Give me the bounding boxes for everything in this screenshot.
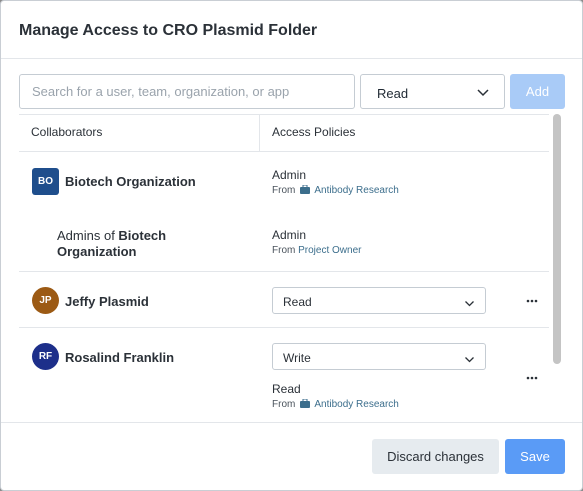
avatar: JP <box>32 287 59 314</box>
policy-source: From Antibody Research <box>272 398 399 411</box>
row-divider <box>19 327 549 328</box>
policy-source: From Project Owner <box>272 245 361 256</box>
collaborator-search-input[interactable] <box>19 74 355 109</box>
collaborator-name: Rosalind Franklin <box>65 350 175 365</box>
chevron-down-icon <box>464 296 475 314</box>
column-divider <box>259 115 260 151</box>
permission-select[interactable]: Read <box>360 74 505 109</box>
header-divider <box>19 151 549 152</box>
collaborator-name: Biotech Organization <box>65 174 196 189</box>
avatar: RF <box>32 343 59 370</box>
policy-label: Admin <box>272 228 307 242</box>
policy-label: Read <box>272 382 301 396</box>
from-prefix: From <box>272 185 296 196</box>
name-prefix: Admins of <box>57 228 119 243</box>
permission-select-value: Read <box>377 86 409 101</box>
dialog-title: Manage Access to CRO Plasmid Folder <box>19 22 318 39</box>
collaborator-name: Jeffy Plasmid <box>65 294 149 309</box>
briefcase-icon <box>300 184 311 197</box>
discard-changes-button[interactable]: Discard changes <box>372 439 499 474</box>
name-bold-part: Biotech <box>118 228 167 243</box>
policy-source: From Antibody Research <box>272 184 399 197</box>
dialog-footer: Discard changes Save <box>1 422 582 490</box>
avatar: BO <box>32 168 59 195</box>
more-options-icon[interactable] <box>521 371 543 385</box>
access-policies-column-header: Access Policies <box>272 125 356 139</box>
add-button[interactable]: Add <box>510 74 565 109</box>
more-options-icon[interactable] <box>521 294 543 308</box>
collaborators-table: Collaborators Access Policies BO Biotech… <box>19 114 549 421</box>
chevron-down-icon <box>476 85 490 104</box>
name-bold-part: Organization <box>57 244 137 259</box>
from-prefix: From <box>272 399 296 410</box>
scrollbar-thumb[interactable] <box>553 114 561 364</box>
collaborator-name: Admins of Biotech Organization <box>57 228 217 260</box>
policy-label: Admin <box>272 168 307 182</box>
save-button[interactable]: Save <box>505 439 565 474</box>
source-link[interactable]: Antibody Research <box>314 185 399 196</box>
source-link[interactable]: Project Owner <box>298 245 361 256</box>
manage-access-dialog: Manage Access to CRO Plasmid Folder Read… <box>0 0 583 491</box>
row-divider <box>19 271 549 272</box>
from-prefix: From <box>272 245 296 256</box>
dialog-header: Manage Access to CRO Plasmid Folder <box>1 1 582 59</box>
scrollbar[interactable] <box>552 114 562 421</box>
chevron-down-icon <box>464 352 475 370</box>
access-level-select[interactable]: Read <box>272 287 486 314</box>
collaborators-column-header: Collaborators <box>31 125 103 139</box>
access-level-select[interactable]: Write <box>272 343 486 370</box>
source-link[interactable]: Antibody Research <box>314 399 399 410</box>
access-level-value: Write <box>283 351 311 365</box>
access-level-value: Read <box>283 295 312 309</box>
briefcase-icon <box>300 398 311 411</box>
